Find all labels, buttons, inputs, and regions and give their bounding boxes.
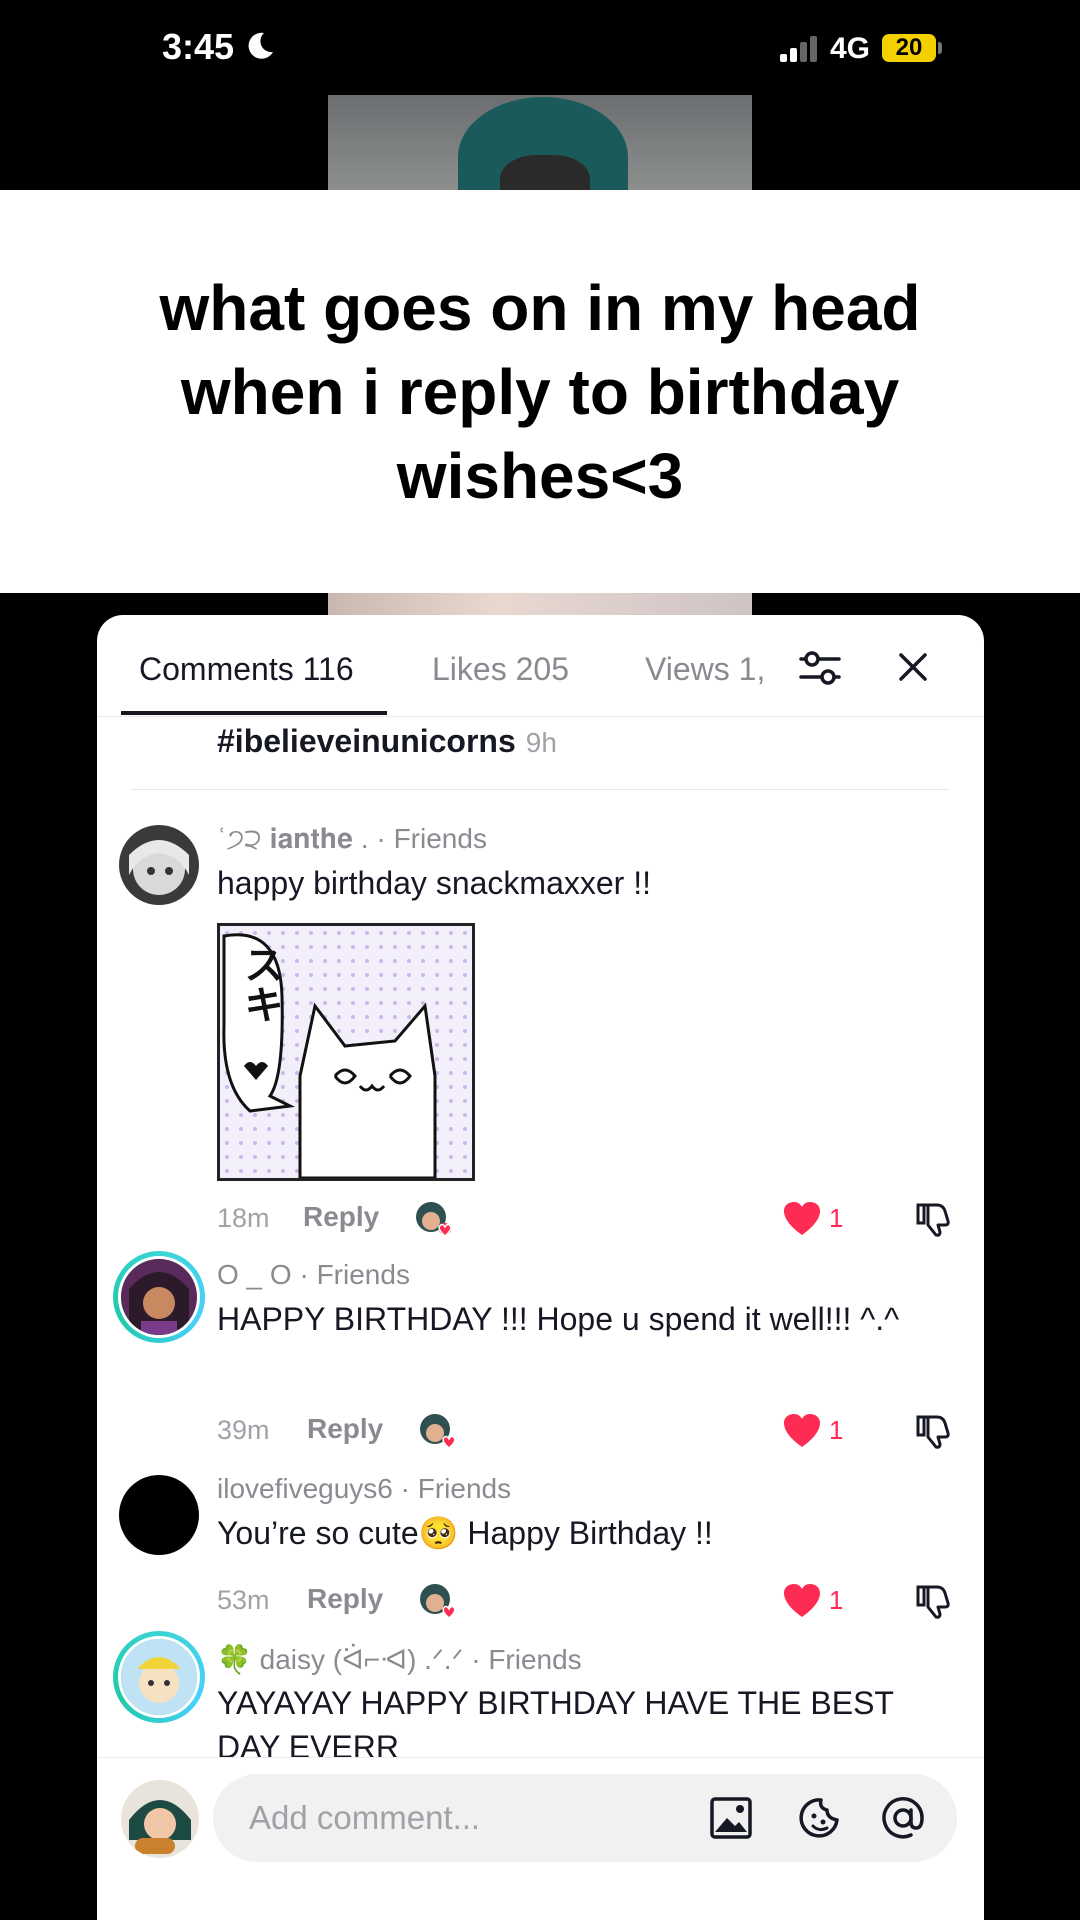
dislike-icon[interactable] bbox=[913, 1411, 953, 1451]
signal-icon bbox=[780, 36, 817, 62]
comment-username[interactable]: ilovefiveguys6 · Friends bbox=[217, 1473, 511, 1505]
comment-input-bar bbox=[97, 1757, 984, 1920]
moon-icon bbox=[248, 32, 273, 59]
avatar bbox=[118, 1636, 200, 1718]
tab-views[interactable]: Views 1, bbox=[645, 651, 765, 688]
creator-liked-icon bbox=[416, 1202, 452, 1237]
tab-comments[interactable]: Comments 116 bbox=[139, 651, 354, 688]
avatar-image bbox=[119, 825, 199, 905]
my-avatar[interactable] bbox=[121, 1780, 199, 1858]
comment-time: 18m bbox=[217, 1203, 270, 1233]
previous-comment: #ibelieveinunicorns 9h bbox=[217, 723, 557, 760]
creator-liked-icon bbox=[420, 1414, 456, 1449]
heart-icon[interactable] bbox=[783, 1413, 821, 1449]
comment-footer: 18m Reply 1 bbox=[217, 1201, 957, 1243]
video-caption-panel[interactable]: what goes on in my head when i reply to … bbox=[0, 190, 1080, 593]
dislike-icon[interactable] bbox=[913, 1581, 953, 1621]
comment-input[interactable] bbox=[249, 1774, 689, 1862]
reply-button[interactable]: Reply bbox=[307, 1413, 383, 1445]
comment-input-pill bbox=[213, 1774, 957, 1862]
network-type: 4G bbox=[830, 32, 871, 65]
comment-username[interactable]: ʿ੭੨ 𝐢𝐚𝐧𝐭𝐡𝐞 . · Friends bbox=[217, 823, 487, 856]
avatar-image bbox=[121, 1259, 197, 1335]
comment-text: You’re so cute🥺 Happy Birthday !! bbox=[217, 1515, 713, 1551]
comment-time: 39m bbox=[217, 1415, 270, 1445]
image-icon[interactable] bbox=[707, 1794, 755, 1842]
avatar-image bbox=[121, 1780, 199, 1858]
heart-icon[interactable] bbox=[783, 1201, 821, 1237]
comment-footer: 39m Reply 1 bbox=[217, 1413, 957, 1455]
battery-nub bbox=[938, 42, 942, 54]
status-time: 3:45 bbox=[162, 26, 235, 67]
filter-icon[interactable] bbox=[797, 645, 843, 691]
video-caption: what goes on in my head when i reply to … bbox=[159, 271, 921, 512]
battery-level: 20 bbox=[882, 34, 936, 62]
active-tab-indicator bbox=[121, 711, 387, 715]
sticker-text: スキ bbox=[238, 944, 282, 1024]
tab-likes[interactable]: Likes 205 bbox=[432, 651, 569, 688]
avatar-image bbox=[121, 1639, 197, 1715]
like-count: 1 bbox=[829, 1203, 844, 1233]
avatar-story-ring[interactable] bbox=[113, 1251, 205, 1343]
comment-list[interactable]: #ibelieveinunicorns 9h ʿ੭੨ 𝐢𝐚𝐧𝐭𝐡𝐞 . · Fri… bbox=[97, 717, 984, 1757]
tab-bar: Comments 116 Likes 205 Views 1, bbox=[97, 615, 984, 717]
comment-text: happy birthday snackmaxxer !! bbox=[217, 865, 651, 901]
status-bar: 3:45 4G 20 bbox=[0, 0, 1080, 95]
comment-footer: 53m Reply 1 bbox=[217, 1583, 957, 1625]
previous-comment-text: #ibelieveinunicorns bbox=[217, 723, 516, 759]
divider bbox=[131, 789, 949, 790]
like-count: 1 bbox=[829, 1415, 844, 1445]
heart-icon[interactable] bbox=[783, 1583, 821, 1619]
emoji-icon[interactable] bbox=[797, 1794, 845, 1842]
comment-sticker[interactable]: スキ bbox=[217, 923, 475, 1181]
comment-text: HAPPY BIRTHDAY !!! Hope u spend it well!… bbox=[217, 1301, 900, 1337]
dislike-icon[interactable] bbox=[913, 1199, 953, 1239]
comment-text: YAYAYAY HAPPY BIRTHDAY HAVE THE BEST DAY… bbox=[217, 1685, 894, 1757]
video-frame-top[interactable] bbox=[328, 95, 752, 190]
reply-button[interactable]: Reply bbox=[307, 1583, 383, 1615]
video-face bbox=[500, 155, 590, 190]
avatar[interactable] bbox=[119, 825, 199, 905]
comment-username[interactable]: 🍀 daisy (ᐛ⌐ᐗ) .ᐟ.ᐟ · Friends bbox=[217, 1643, 582, 1676]
reply-button[interactable]: Reply bbox=[303, 1201, 379, 1233]
previous-comment-time: 9h bbox=[525, 727, 557, 758]
close-icon[interactable] bbox=[893, 647, 933, 687]
avatar-story-ring[interactable] bbox=[113, 1631, 205, 1723]
comment-username[interactable]: O _ O · Friends bbox=[217, 1259, 410, 1291]
like-count: 1 bbox=[829, 1585, 844, 1615]
avatar[interactable] bbox=[119, 1475, 199, 1555]
comments-sheet: Comments 116 Likes 205 Views 1, #ibeliev… bbox=[97, 615, 984, 1920]
creator-liked-icon bbox=[420, 1584, 456, 1619]
avatar bbox=[118, 1256, 200, 1338]
mention-icon[interactable] bbox=[879, 1794, 927, 1842]
comment-time: 53m bbox=[217, 1585, 270, 1615]
